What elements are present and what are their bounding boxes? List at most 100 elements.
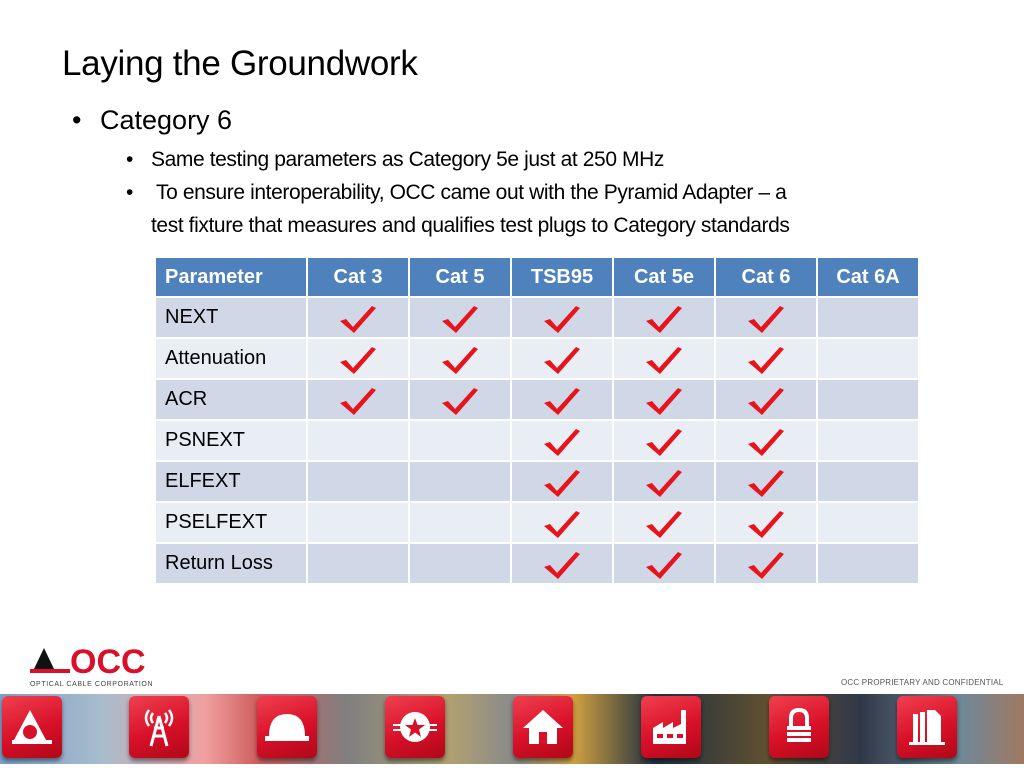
cell-tsb95: [510, 419, 614, 462]
cell-cat5e: [612, 419, 716, 462]
table-row: PSNEXT: [154, 419, 920, 462]
checkmark-icon: [340, 346, 376, 374]
cell-cat3: [306, 419, 410, 462]
cell-cat3: [306, 296, 410, 339]
table-row: ACR: [154, 378, 920, 421]
cell-cat6a: [816, 419, 920, 462]
cell-cat5: [408, 460, 512, 503]
house-icon: [513, 696, 573, 758]
checkmark-icon: [748, 346, 784, 374]
header-tsb95: TSB95: [510, 256, 614, 298]
table-row: Return Loss: [154, 542, 920, 585]
cell-tsb95: [510, 501, 614, 544]
cell-cat6a: [816, 542, 920, 585]
cell-cat6: [714, 296, 818, 339]
confidential-label: OCC PROPRIETARY AND CONFIDENTIAL: [841, 678, 1004, 687]
cell-cat6: [714, 501, 818, 544]
cell-cat5: [408, 419, 512, 462]
cell-cat5: [408, 378, 512, 421]
checkmark-icon: [544, 346, 580, 374]
office-building-icon: [897, 696, 957, 758]
parameter-table: Parameter Cat 3 Cat 5 TSB95 Cat 5e Cat 6…: [154, 256, 920, 585]
checkmark-icon: [748, 551, 784, 579]
radio-tower-icon: [129, 696, 189, 758]
checkmark-icon: [646, 346, 682, 374]
checkmark-icon: [646, 510, 682, 538]
cell-cat5e: [612, 337, 716, 380]
cell-cat6: [714, 419, 818, 462]
factory-icon: [641, 696, 701, 758]
checkmark-icon: [544, 469, 580, 497]
checkmark-icon: [544, 387, 580, 415]
checkmark-icon: [646, 305, 682, 333]
header-parameter: Parameter: [154, 256, 308, 298]
cell-cat3: [306, 460, 410, 503]
slide-title: Laying the Groundwork: [62, 44, 418, 83]
bullet-dot: •: [72, 105, 82, 135]
parameter-cell: PSELFEXT: [154, 501, 308, 544]
cell-cat6: [714, 460, 818, 503]
checkmark-icon: [442, 387, 478, 415]
checkmark-icon: [748, 428, 784, 456]
cell-tsb95: [510, 378, 614, 421]
cell-cat3: [306, 501, 410, 544]
cell-cat6a: [816, 460, 920, 503]
checkmark-icon: [748, 510, 784, 538]
logo-pyramid-icon: [34, 648, 54, 669]
cell-cat6a: [816, 378, 920, 421]
bullet-dot: •: [126, 148, 133, 171]
cell-tsb95: [510, 542, 614, 585]
bullet-text: Category 6: [100, 105, 233, 135]
parameter-cell: ACR: [154, 378, 308, 421]
cell-cat3: [306, 337, 410, 380]
checkmark-icon: [544, 305, 580, 333]
table-row: Attenuation: [154, 337, 920, 380]
checkmark-icon: [748, 469, 784, 497]
checkmark-icon: [748, 387, 784, 415]
checkmark-icon: [544, 510, 580, 538]
military-star-icon: [385, 696, 445, 758]
header-cat3: Cat 3: [306, 256, 410, 298]
cell-tsb95: [510, 337, 614, 380]
checkmark-icon: [646, 551, 682, 579]
cell-cat5: [408, 296, 512, 339]
pyramid-logo-icon: [2, 696, 62, 758]
cell-cat6: [714, 542, 818, 585]
parameter-cell: PSNEXT: [154, 419, 308, 462]
header-cat5e: Cat 5e: [612, 256, 716, 298]
bullet-text: To ensure interoperability, OCC came out…: [151, 181, 787, 204]
cell-cat6: [714, 378, 818, 421]
bullet-category-6: • Category 6: [72, 102, 232, 138]
checkmark-icon: [646, 387, 682, 415]
cell-cat6: [714, 337, 818, 380]
parameter-cell: Return Loss: [154, 542, 308, 585]
table-row: NEXT: [154, 296, 920, 339]
table-header-row: Parameter Cat 3 Cat 5 TSB95 Cat 5e Cat 6…: [154, 256, 920, 298]
cell-cat6a: [816, 337, 920, 380]
cell-cat3: [306, 378, 410, 421]
logo-subtitle: OPTICAL CABLE CORPORATION: [30, 681, 154, 688]
checkmark-icon: [340, 305, 376, 333]
parameter-cell: Attenuation: [154, 337, 308, 380]
bullet-text: Same testing parameters as Category 5e j…: [151, 148, 664, 171]
cell-cat5e: [612, 296, 716, 339]
cell-cat5e: [612, 378, 716, 421]
cell-cat3: [306, 542, 410, 585]
padlock-icon: [769, 696, 829, 758]
checkmark-icon: [340, 387, 376, 415]
checkmark-icon: [544, 551, 580, 579]
bullet-text-continued: test fixture that measures and qualifies…: [151, 214, 790, 237]
cell-cat5: [408, 542, 512, 585]
hard-hat-icon: [257, 696, 317, 758]
cell-cat5e: [612, 460, 716, 503]
logo-text: OCC: [70, 645, 146, 681]
sub-bullet-pyramid-adapter: • To ensure interoperability, OCC came o…: [126, 176, 790, 242]
cell-cat5: [408, 501, 512, 544]
bullet-dot: •: [126, 181, 133, 204]
checkmark-icon: [748, 305, 784, 333]
checkmark-icon: [442, 346, 478, 374]
checkmark-icon: [646, 428, 682, 456]
header-cat6a: Cat 6A: [816, 256, 920, 298]
table-row: PSELFEXT: [154, 501, 920, 544]
checkmark-icon: [646, 469, 682, 497]
